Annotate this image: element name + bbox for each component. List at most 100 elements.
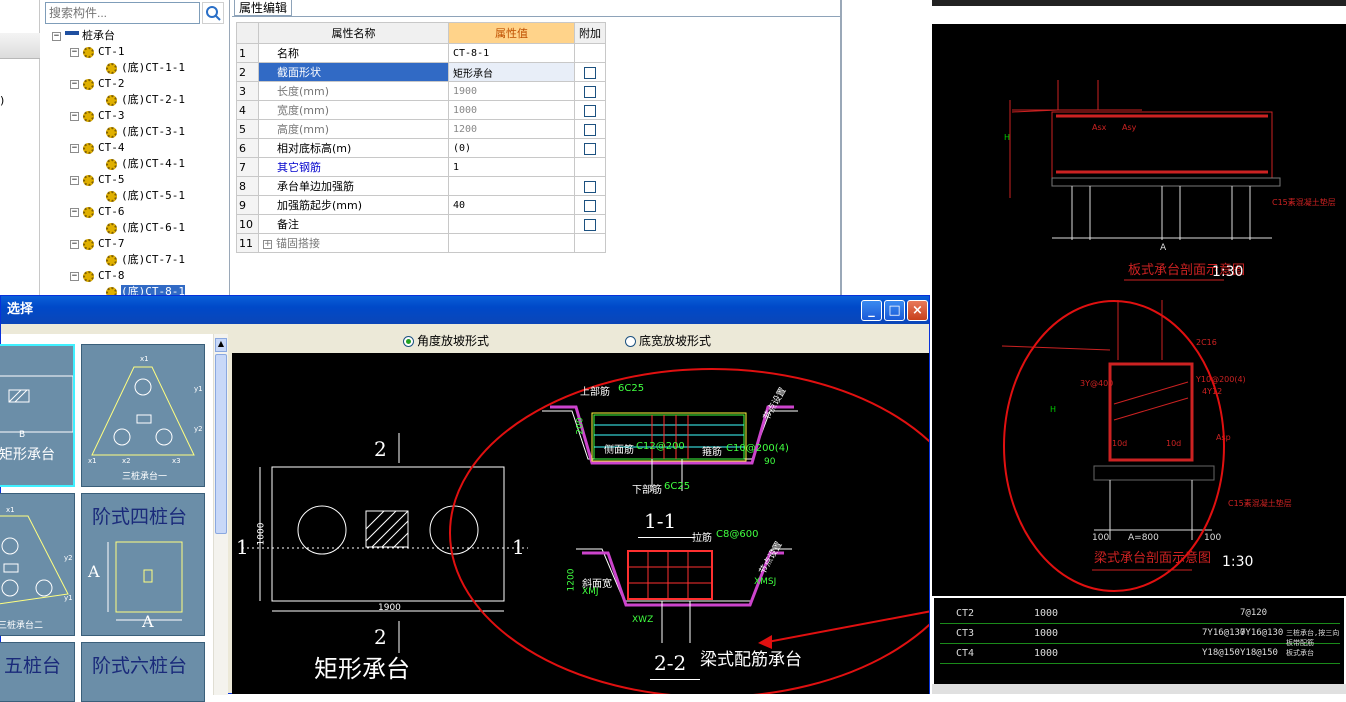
thumb-step-six[interactable]: 阶式六桩台 [81, 642, 205, 702]
property-value[interactable]: CT-8-1 [448, 43, 575, 63]
property-value[interactable]: 1 [448, 157, 575, 177]
property-value[interactable]: 1000 [448, 100, 575, 120]
tree-child-item[interactable]: (底)CT-1-1 [106, 60, 185, 76]
tree-child-item[interactable]: (底)CT-6-1 [106, 220, 185, 236]
extra-checkbox[interactable] [584, 142, 596, 155]
search-input[interactable] [45, 2, 200, 24]
thumb-step-four[interactable]: 阶式四桩台 A A [81, 493, 205, 636]
tree-root[interactable]: − 桩承台 [52, 28, 115, 44]
minimize-icon: _ [868, 303, 875, 318]
collapse-icon[interactable]: − [70, 271, 79, 281]
property-row[interactable]: 8 承台单边加强筋 [236, 176, 606, 196]
property-row[interactable]: 10 备注 [236, 214, 606, 234]
property-value[interactable] [448, 214, 575, 234]
collapse-icon[interactable]: − [70, 47, 79, 57]
tree-item[interactable]: − CT-8 [70, 268, 125, 284]
tab-property-edit[interactable]: 属性编辑 [234, 0, 293, 16]
scroll-thumb[interactable] [215, 354, 227, 534]
property-row[interactable]: 5 高度(mm) 1200 [236, 119, 606, 139]
cad-cell-s2: 7@120 [1240, 608, 1268, 618]
left-panel-header [0, 33, 40, 59]
header-extra: 附加 [574, 22, 606, 44]
tree-item[interactable]: − CT-2 [70, 76, 125, 92]
extra-checkbox[interactable] [584, 218, 596, 231]
property-row[interactable]: 1 名称 CT-8-1 [236, 43, 606, 63]
cad-asx: Asx [1092, 123, 1107, 132]
property-name-text: 高度(mm) [277, 123, 330, 136]
collapse-icon[interactable]: − [70, 79, 79, 89]
property-name: 截面形状 [258, 62, 449, 82]
property-row[interactable]: 2 截面形状 矩形承台 [236, 62, 606, 82]
collapse-icon[interactable]: − [70, 175, 79, 185]
cad-a800: A=800 [1128, 533, 1159, 543]
property-value[interactable] [448, 233, 575, 253]
tree-child-item[interactable]: (底)CT-7-1 [106, 252, 185, 268]
maximize-button[interactable]: □ [884, 300, 905, 321]
header-name: 属性名称 [258, 22, 449, 44]
property-row[interactable]: 11 + 锚固搭接 [236, 233, 606, 253]
tree-item[interactable]: − CT-1 [70, 44, 125, 60]
extra-checkbox[interactable] [584, 180, 596, 193]
collapse-icon[interactable]: − [52, 31, 61, 41]
row-number: 10 [236, 214, 259, 234]
sec22-title: 2-2 [654, 651, 687, 675]
property-row[interactable]: 4 宽度(mm) 1000 [236, 100, 606, 120]
tree-child-item[interactable]: (底)CT-5-1 [106, 188, 185, 204]
thumb-tri-two[interactable]: x1 y2 y1 三桩承台二 [0, 493, 75, 636]
property-name: 宽度(mm) [258, 100, 449, 120]
plan-caption: 矩形承台 [314, 655, 410, 683]
cad-scrollbar[interactable] [932, 684, 1346, 694]
extra-checkbox[interactable] [584, 66, 596, 79]
cad-h-b: H [1050, 405, 1056, 414]
scroll-up-button[interactable]: ▲ [215, 338, 227, 352]
property-value[interactable]: (0) [448, 138, 575, 158]
collapse-icon[interactable]: − [70, 239, 79, 249]
extra-checkbox[interactable] [584, 85, 596, 98]
row-number: 3 [236, 81, 259, 101]
property-row[interactable]: 6 相对底标高(m) (0) [236, 138, 606, 158]
thumb-rect-cap[interactable]: 矩形承台 B [0, 344, 75, 487]
property-name: 长度(mm) [258, 81, 449, 101]
tree-child-item[interactable]: (底)CT-3-1 [106, 124, 185, 140]
sec22-underline [650, 679, 700, 680]
property-value[interactable]: 40 [448, 195, 575, 215]
extra-checkbox[interactable] [584, 199, 596, 212]
thumb-tri-one[interactable]: x1 x1 x2 x3 y1 y2 三桩承台一 [81, 344, 205, 487]
sec22-xmsj: XMSJ [754, 577, 777, 587]
property-value[interactable]: 矩形承台 [448, 62, 575, 82]
tri-one-y2: y2 [194, 425, 203, 433]
tree-child-item[interactable]: (底)CT-2-1 [106, 92, 185, 108]
minimize-button[interactable]: _ [861, 300, 882, 321]
thumbnail-scrollbar[interactable]: ▲ [213, 334, 228, 695]
collapse-icon[interactable]: − [70, 111, 79, 121]
property-extra [574, 62, 606, 82]
collapse-icon[interactable]: − [70, 143, 79, 153]
property-row[interactable]: 7 其它钢筋 1 [236, 157, 606, 177]
thumb-five[interactable]: 五桩台 [0, 642, 75, 702]
tree-item[interactable]: − CT-6 [70, 204, 125, 220]
tree-item[interactable]: − CT-7 [70, 236, 125, 252]
extra-checkbox[interactable] [584, 104, 596, 117]
property-row[interactable]: 9 加强筋起步(mm) 40 [236, 195, 606, 215]
search-button[interactable] [202, 2, 224, 24]
tree-child-item[interactable]: (底)CT-4-1 [106, 156, 185, 172]
dialog-titlebar[interactable]: 选择 [1, 296, 929, 324]
tree-child-label: (底)CT-2-1 [121, 93, 185, 106]
property-extra [574, 176, 606, 196]
collapse-icon[interactable]: − [70, 207, 79, 217]
property-value[interactable]: 1200 [448, 119, 575, 139]
expand-icon[interactable]: + [263, 239, 272, 249]
radio-corner-slope[interactable]: 角度放坡形式 [403, 332, 489, 349]
close-button[interactable]: × [907, 300, 928, 321]
cad-r1: 2C16 [1196, 338, 1217, 347]
tree-item[interactable]: − CT-5 [70, 172, 125, 188]
property-row[interactable]: 3 长度(mm) 1900 [236, 81, 606, 101]
gear-icon [106, 190, 117, 202]
property-value[interactable] [448, 176, 575, 196]
tree-item[interactable]: − CT-3 [70, 108, 125, 124]
close-icon: × [912, 303, 923, 318]
extra-checkbox[interactable] [584, 123, 596, 136]
radio-bottom-slope[interactable]: 底宽放坡形式 [625, 332, 711, 349]
property-value[interactable]: 1900 [448, 81, 575, 101]
tree-item[interactable]: − CT-4 [70, 140, 125, 156]
